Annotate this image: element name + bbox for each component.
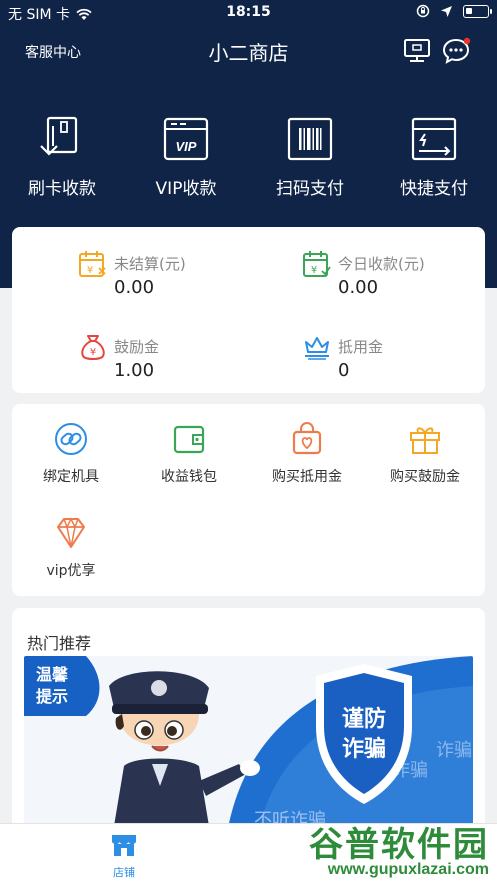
watermark-url: www.gupuxlazai.com xyxy=(327,861,489,878)
tool-buy-voucher[interactable]: 购买抵用金 xyxy=(248,422,366,486)
stat-value: 1.00 xyxy=(114,360,155,381)
svg-text:¥: ¥ xyxy=(311,265,317,276)
stats-card: ¥ 未结算(元) 0.00 ¥ 今日收款(元) 0.00 ¥ 鼓励金 1.00 xyxy=(12,227,485,393)
stat-value: 0 xyxy=(338,360,350,381)
stat-value: 0.00 xyxy=(338,277,379,298)
quick-action-vip[interactable]: VIP VIP收款 xyxy=(124,116,248,199)
quick-action-scan[interactable]: 扫码支付 xyxy=(248,116,372,199)
wallet-icon xyxy=(173,425,205,454)
barcode-scan-icon xyxy=(287,117,333,161)
calendar-check-icon: ¥ xyxy=(303,251,331,277)
store-icon xyxy=(112,835,136,856)
stat-unsettled[interactable]: ¥ 未结算(元) 0.00 xyxy=(78,249,238,299)
tool-label: 绑定机具 xyxy=(43,469,99,485)
svg-text:¥: ¥ xyxy=(90,347,96,358)
orientation-lock-icon xyxy=(416,4,430,18)
tool-buy-incentive[interactable]: 购买鼓励金 xyxy=(366,422,484,486)
link-icon xyxy=(55,423,87,455)
shopping-bag-icon xyxy=(292,422,322,455)
svg-text:¥: ¥ xyxy=(87,265,93,276)
tool-label: 收益钱包 xyxy=(161,469,217,485)
money-bag-icon: ¥ xyxy=(81,335,105,360)
tool-vip-benefits[interactable]: vip优享 xyxy=(12,516,130,580)
calendar-yen-icon: ¥ xyxy=(79,251,106,277)
quick-action-label: 扫码支付 xyxy=(276,179,344,199)
quick-action-label: VIP收款 xyxy=(155,179,217,199)
stat-label: 鼓励金 xyxy=(114,338,160,356)
stat-value: 0.00 xyxy=(114,277,155,298)
stat-label: 未结算(元) xyxy=(114,255,186,273)
message-icon[interactable] xyxy=(441,36,471,66)
nav-bar: 客服中心 小二商店 xyxy=(0,30,497,72)
quick-pay-icon xyxy=(411,117,457,161)
battery-icon xyxy=(463,4,492,18)
status-bar: 无 SIM 卡 18:15 xyxy=(0,0,497,26)
tab-store[interactable]: 店铺 xyxy=(84,832,164,880)
watermark-title: 谷普软件园 xyxy=(309,825,489,865)
tool-label: 购买抵用金 xyxy=(272,469,342,485)
quick-action-quick-pay[interactable]: 快捷支付 xyxy=(372,116,496,199)
stat-today-income[interactable]: ¥ 今日收款(元) 0.00 xyxy=(302,249,462,299)
monitor-icon[interactable] xyxy=(402,36,432,66)
section-title: 热门推荐 xyxy=(27,634,92,653)
card-swipe-icon xyxy=(40,116,78,156)
quick-action-card-swipe[interactable]: 刷卡收款 xyxy=(0,116,124,199)
shield-line2: 诈骗 xyxy=(342,736,386,762)
tip-tag-line2: 提示 xyxy=(36,687,68,706)
vip-badge-text: VIP xyxy=(176,139,197,154)
site-watermark: 谷普软件园 www.gupuxlazai.com xyxy=(267,815,497,883)
stat-incentive[interactable]: ¥ 鼓励金 1.00 xyxy=(78,332,238,382)
tip-tag-line1: 温馨 xyxy=(35,665,69,684)
tool-bind-device[interactable]: 绑定机具 xyxy=(12,422,130,486)
tab-label: 店铺 xyxy=(113,866,135,879)
banner-bg-word: 诈骗 xyxy=(436,740,472,761)
stat-label: 今日收款(元) xyxy=(338,255,425,273)
quick-action-label: 快捷支付 xyxy=(400,179,468,199)
crown-icon xyxy=(305,337,329,360)
status-right xyxy=(416,4,492,18)
tool-label: 购买鼓励金 xyxy=(390,469,460,485)
vip-card-icon: VIP xyxy=(163,117,209,161)
tool-label: vip优享 xyxy=(46,563,96,579)
tools-card: 绑定机具 收益钱包 购买抵用金 购买鼓励金 vip优享 xyxy=(12,404,485,596)
stat-label: 抵用金 xyxy=(338,338,384,356)
tool-earnings-wallet[interactable]: 收益钱包 xyxy=(130,422,248,486)
shield-line1: 谨防 xyxy=(342,707,386,732)
quick-action-label: 刷卡收款 xyxy=(28,179,96,199)
stat-voucher[interactable]: 抵用金 0 xyxy=(302,332,462,382)
gift-icon xyxy=(410,427,440,454)
location-arrow-icon xyxy=(441,5,452,17)
diamond-icon xyxy=(57,517,85,548)
